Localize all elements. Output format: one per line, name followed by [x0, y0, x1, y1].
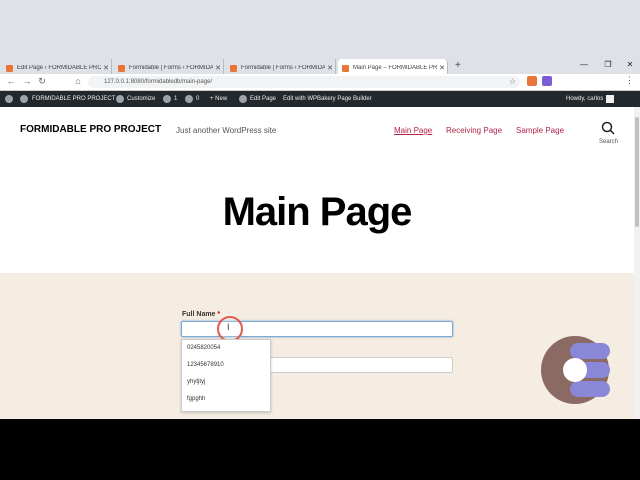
wordpress-logo-icon[interactable]	[5, 95, 13, 103]
formidable-favicon-icon	[342, 64, 349, 72]
comments-icon	[185, 95, 193, 103]
admin-site-name[interactable]: FORMIDABLE PRO PROJECT	[32, 96, 115, 102]
brush-icon	[116, 95, 124, 103]
updates-icon	[163, 95, 171, 103]
address-bar[interactable]: 127.0.0.1:8080/formidabledb/main-page/ ☆	[88, 76, 520, 88]
search-icon[interactable]	[601, 121, 615, 135]
wpbakery-link[interactable]: Edit with WPBakery Page Builder	[283, 96, 372, 102]
scrollbar[interactable]	[634, 107, 640, 419]
site-tagline: Just another WordPress site	[176, 126, 277, 135]
wp-admin-bar: FORMIDABLE PRO PROJECT Customize 1 0 + N…	[0, 91, 640, 107]
close-tab-icon[interactable]: ✕	[101, 64, 111, 72]
scrollbar-thumb[interactable]	[635, 117, 639, 227]
menu-item-main-page[interactable]: Main Page	[394, 126, 432, 135]
autocomplete-dropdown: 0245820054 12345678910 yhytjtyj fgpghh	[181, 339, 271, 412]
howdy-user-link[interactable]: Howdy, carlos	[566, 96, 603, 102]
comments-count[interactable]: 0	[196, 96, 199, 102]
menu-item-sample-page[interactable]: Sample Page	[516, 126, 564, 135]
formidable-favicon-icon	[118, 64, 125, 72]
text-cursor-icon: I	[227, 322, 230, 332]
close-tab-icon[interactable]: ✕	[325, 64, 335, 72]
full-name-label: Full Name *	[182, 311, 221, 318]
url-text: 127.0.0.1:8080/formidabledb/main-page/	[104, 79, 213, 85]
menu-item-receiving-page[interactable]: Receiving Page	[446, 126, 502, 135]
minimize-icon[interactable]: —	[574, 60, 594, 69]
site-title[interactable]: FORMIDABLE PRO PROJECT	[20, 124, 161, 135]
new-content-link[interactable]: + New	[210, 96, 227, 102]
required-mark: *	[217, 311, 221, 318]
brave-shield-icon[interactable]	[527, 76, 537, 86]
autocomplete-option[interactable]: yhytjtyj	[182, 374, 270, 391]
bookmark-icon[interactable]: ⌂	[72, 76, 84, 86]
close-tab-icon[interactable]: ✕	[437, 64, 447, 72]
black-border-top	[0, 0, 640, 57]
maximize-icon[interactable]: ❐	[598, 60, 618, 69]
autocomplete-option[interactable]: 12345678910	[182, 357, 270, 374]
formidable-favicon-icon	[230, 64, 237, 72]
rewards-icon[interactable]	[542, 76, 552, 86]
close-tab-icon[interactable]: ✕	[213, 64, 223, 72]
page-title: Main Page	[222, 190, 413, 234]
form-section	[0, 273, 634, 419]
edit-page-link[interactable]: Edit Page	[250, 96, 276, 102]
home-icon[interactable]	[20, 95, 28, 103]
customize-link[interactable]: Customize	[127, 96, 155, 102]
black-border-bottom	[0, 419, 640, 480]
star-icon[interactable]: ☆	[509, 76, 516, 88]
autocomplete-option[interactable]: fgpghh	[182, 391, 270, 408]
new-tab-button[interactable]: +	[455, 60, 461, 71]
autocomplete-option[interactable]: 0245820054	[182, 340, 270, 357]
edit-pencil-icon	[239, 95, 247, 103]
browser-menu-icon[interactable]: ⋮	[625, 75, 634, 86]
formidable-favicon-icon	[6, 64, 13, 72]
reload-icon[interactable]: ↻	[36, 76, 48, 87]
forward-icon[interactable]: →	[21, 76, 33, 86]
close-window-icon[interactable]: ✕	[620, 60, 640, 69]
back-icon[interactable]: ←	[5, 76, 17, 86]
avatar[interactable]	[606, 95, 614, 103]
channel-logo-icon	[541, 336, 610, 404]
updates-count[interactable]: 1	[174, 96, 177, 102]
search-label[interactable]: Search	[599, 139, 618, 145]
